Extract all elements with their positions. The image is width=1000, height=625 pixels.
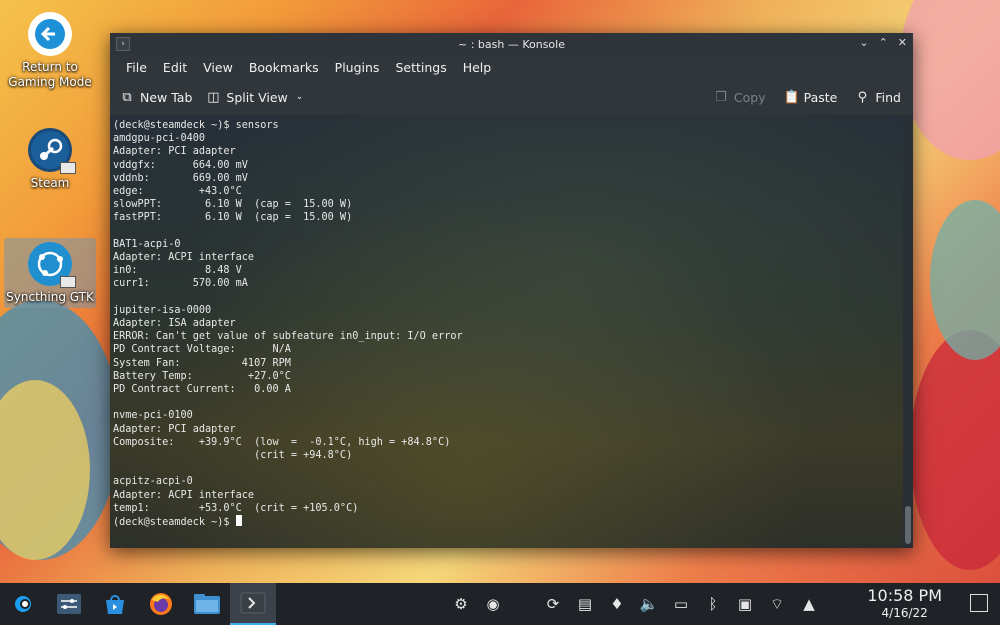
konsole-window: › ~ : bash — Konsole ⌄ ⌃ ✕ File Edit Vie…	[110, 33, 913, 548]
wallpaper-shape	[910, 330, 1000, 570]
new-tab-label: New Tab	[140, 89, 193, 105]
toolbar: ⧉ New Tab ◫ Split View ⌄ ❐ Copy 📋 Paste …	[110, 79, 913, 115]
scrollbar[interactable]	[903, 115, 913, 548]
find-button[interactable]: ⚲ Find	[855, 90, 901, 105]
desktop-icon-return-to-gaming-mode[interactable]: Return to Gaming Mode	[0, 12, 100, 90]
system-tray: ⚙ ◉ ⟳ ▤ ♦ 🔈 ▭ ᛒ ▣ ⌔ ▲	[450, 583, 820, 625]
new-tab-icon: ⧉	[122, 89, 132, 105]
menu-bar: File Edit View Bookmarks Plugins Setting…	[110, 55, 913, 79]
scrollbar-thumb[interactable]	[905, 506, 911, 544]
copy-icon: ❐	[715, 89, 727, 105]
syncthing-icon	[28, 242, 76, 288]
title-bar[interactable]: › ~ : bash — Konsole ⌄ ⌃ ✕	[110, 33, 913, 55]
notifications-icon[interactable]: ♦	[606, 595, 628, 613]
launcher-icon[interactable]	[0, 583, 46, 625]
maximize-icon[interactable]: ⌃	[879, 36, 888, 49]
clock-time: 10:58 PM	[867, 586, 942, 605]
search-icon: ⚲	[857, 89, 868, 105]
konsole-icon[interactable]	[230, 583, 276, 625]
digital-clock[interactable]: 10:58 PM 4/16/22	[867, 587, 942, 621]
copy-button[interactable]: ❐ Copy	[714, 90, 766, 105]
paste-icon: 📋	[783, 89, 800, 105]
desktop-icon-label: Return to Gaming Mode	[8, 60, 92, 89]
split-view-button[interactable]: ◫ Split View ⌄	[206, 90, 303, 105]
update-icon[interactable]: ⟳	[542, 595, 564, 613]
chevron-down-icon: ⌄	[295, 92, 304, 102]
shortcut-badge-icon	[60, 276, 76, 288]
return-arrow-icon	[28, 12, 72, 56]
menu-file[interactable]: File	[118, 60, 155, 75]
copy-label: Copy	[733, 89, 766, 105]
window-title: ~ : bash — Konsole	[458, 37, 565, 51]
desktop-icon-steam[interactable]: Steam	[0, 128, 100, 190]
steam-input-icon[interactable]: ⚙	[450, 595, 472, 613]
desktop-icon-label: Syncthing GTK	[6, 290, 94, 304]
show-desktop-icon[interactable]	[970, 594, 988, 612]
split-view-label: Split View	[226, 89, 288, 105]
storage-icon[interactable]: ▣	[734, 595, 756, 613]
close-icon[interactable]: ✕	[898, 36, 907, 49]
menu-view[interactable]: View	[195, 60, 241, 75]
clipboard-icon[interactable]: ▤	[574, 595, 596, 613]
system-settings-icon[interactable]	[46, 583, 92, 625]
terminal-text: (deck@steamdeck ~)$ sensors amdgpu-pci-0…	[113, 120, 463, 514]
window-menu-chevron-icon[interactable]: ⌄	[859, 36, 868, 49]
terminal-prompt: (deck@steamdeck ~)$	[113, 517, 236, 529]
discover-store-icon[interactable]	[92, 583, 138, 625]
paste-label: Paste	[803, 89, 838, 105]
desktop-icon-label: Steam	[30, 176, 70, 190]
menu-help[interactable]: Help	[455, 60, 500, 75]
terminal-output[interactable]: (deck@steamdeck ~)$ sensors amdgpu-pci-0…	[110, 115, 903, 548]
steam-icon	[28, 128, 76, 174]
dolphin-files-icon[interactable]	[184, 583, 230, 625]
terminal-cursor	[235, 515, 242, 527]
taskbar: ⚙ ◉ ⟳ ▤ ♦ 🔈 ▭ ᛒ ▣ ⌔ ▲ 10:58 PM 4/16/22	[0, 583, 1000, 625]
find-label: Find	[875, 89, 901, 105]
clock-date: 4/16/22	[881, 606, 928, 620]
wallpaper-shape	[900, 0, 1000, 160]
menu-edit[interactable]: Edit	[155, 60, 195, 75]
steam-tray-icon[interactable]: ◉	[482, 595, 504, 613]
split-view-icon: ◫	[207, 89, 220, 105]
bluetooth-icon[interactable]: ᛒ	[702, 595, 724, 613]
shortcut-badge-icon	[60, 162, 76, 174]
expand-tray-icon[interactable]: ▲	[798, 595, 820, 613]
menu-bookmarks[interactable]: Bookmarks	[241, 60, 327, 75]
menu-plugins[interactable]: Plugins	[327, 60, 388, 75]
volume-icon[interactable]: 🔈	[638, 595, 660, 613]
menu-settings[interactable]: Settings	[387, 60, 454, 75]
new-tab-button[interactable]: ⧉ New Tab	[120, 90, 192, 105]
wallpaper-shape	[930, 200, 1000, 360]
desktop-icon-syncthing-gtk[interactable]: Syncthing GTK	[4, 238, 96, 308]
firefox-icon[interactable]	[138, 583, 184, 625]
paste-button[interactable]: 📋 Paste	[784, 90, 838, 105]
wifi-icon[interactable]: ⌔	[766, 595, 788, 614]
battery-icon[interactable]: ▭	[670, 595, 692, 613]
